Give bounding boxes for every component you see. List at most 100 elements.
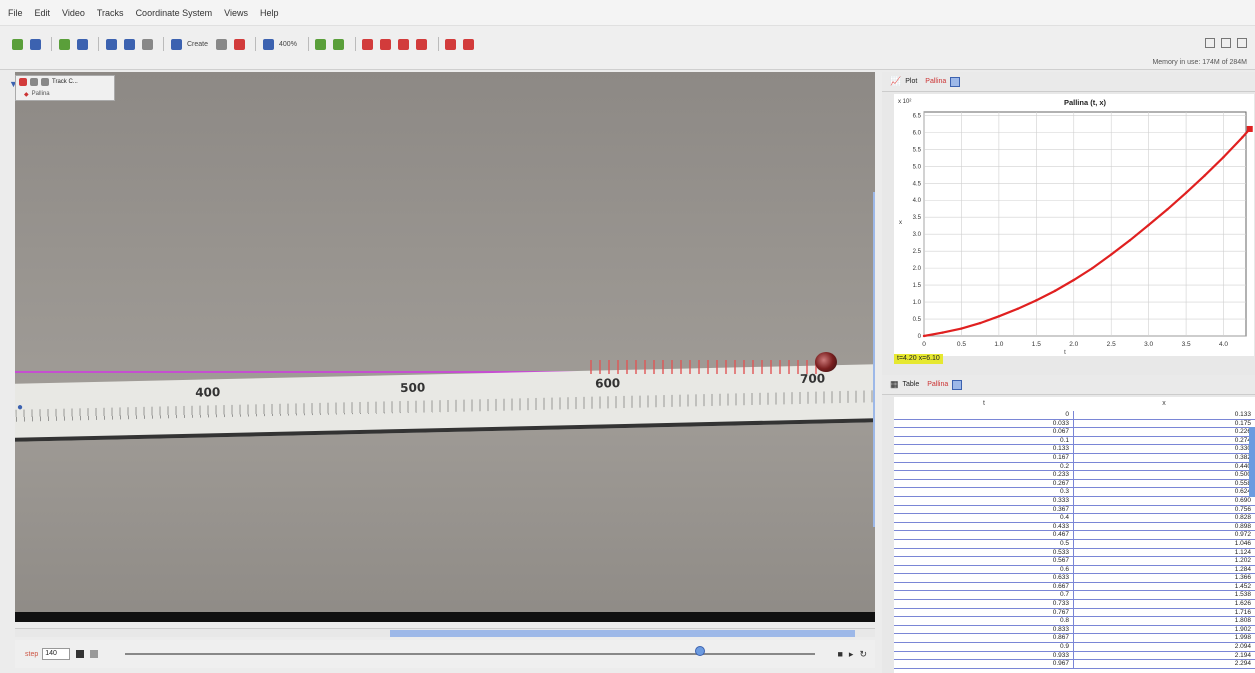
video-panel[interactable]: 400 500 600 700 ● xyxy=(15,72,875,622)
table-row[interactable]: 0.733 1.626 xyxy=(894,600,1255,609)
axes-icon[interactable] xyxy=(140,37,154,51)
current-point-marker[interactable] xyxy=(1246,125,1253,132)
cell-t[interactable]: 0.8 xyxy=(894,617,1074,625)
close-icon[interactable] xyxy=(19,78,27,86)
table-tab[interactable]: Table xyxy=(903,381,920,388)
table-row[interactable]: 0.1 0.274 xyxy=(894,436,1255,446)
zoom-level[interactable]: 400% xyxy=(279,41,297,48)
column-t[interactable]: t xyxy=(894,397,1074,411)
data-point[interactable] xyxy=(997,315,1001,318)
cell-x[interactable]: 1.626 xyxy=(1074,600,1255,608)
cell-t[interactable]: 0.6 xyxy=(894,565,1074,574)
cell-t[interactable]: 0.467 xyxy=(894,531,1074,539)
cell-x[interactable]: 0.898 xyxy=(1074,523,1255,531)
menu-edit[interactable]: Edit xyxy=(35,8,51,18)
cell-x[interactable]: 0.828 xyxy=(1074,514,1255,522)
data-point[interactable] xyxy=(1053,289,1057,293)
data-point[interactable] xyxy=(1166,208,1169,211)
column-x[interactable]: x xyxy=(1074,397,1254,411)
track-tool-icon[interactable] xyxy=(214,37,228,51)
table-row[interactable]: 0 0.133 xyxy=(894,411,1255,420)
table-row[interactable]: 0.633 1.366 xyxy=(894,574,1255,583)
cell-x[interactable]: 0.558 xyxy=(1074,480,1255,488)
scrollbar-thumb[interactable] xyxy=(390,630,855,637)
menu-help[interactable]: Help xyxy=(260,8,279,18)
table-row[interactable]: 0.667 1.452 xyxy=(894,582,1255,592)
data-point[interactable] xyxy=(1128,239,1132,242)
cell-t[interactable]: 0.533 xyxy=(894,548,1074,557)
cell-t[interactable]: 0.433 xyxy=(894,522,1074,531)
track-control-item[interactable]: ◆ Pallina xyxy=(16,88,114,100)
plot-area[interactable]: 0 0.5 1.0 1.5 2.0 2.5 3.0 3.5 4.0 0 0.5 1.0 1.5 2.0 2.… xyxy=(894,94,1254,356)
cell-x[interactable]: 0.330 xyxy=(1074,445,1255,453)
label-icon[interactable] xyxy=(332,37,346,51)
data-point[interactable] xyxy=(960,327,963,330)
save-icon[interactable] xyxy=(28,37,42,51)
cell-t[interactable]: 0.133 xyxy=(894,445,1074,453)
table-row[interactable]: 0.267 0.558 xyxy=(894,479,1255,489)
cell-x[interactable]: 0.440 xyxy=(1074,463,1255,471)
table-row[interactable]: 0.833 1.902 xyxy=(894,625,1255,635)
cell-x[interactable]: 0.274 xyxy=(1074,437,1255,445)
export-icon[interactable] xyxy=(75,37,89,51)
plot-mass-selector[interactable]: Pallina xyxy=(925,78,946,85)
data-point[interactable] xyxy=(1147,223,1150,227)
origin-marker-icon[interactable]: ● xyxy=(17,402,23,413)
cell-t[interactable]: 0.367 xyxy=(894,505,1074,514)
acceleration-icon[interactable] xyxy=(397,37,411,51)
table-mass-selector[interactable]: Pallina xyxy=(927,381,948,388)
table-row[interactable]: 0.967 2.294 xyxy=(894,660,1255,669)
cell-t[interactable]: 0.1 xyxy=(894,436,1074,445)
minimize-icon[interactable] xyxy=(30,78,38,86)
cell-t[interactable]: 0.767 xyxy=(894,608,1074,617)
cell-t[interactable]: 0.4 xyxy=(894,514,1074,522)
sum-vector-icon[interactable] xyxy=(444,37,458,51)
cell-x[interactable]: 0.226 xyxy=(1074,428,1255,436)
table-row[interactable]: 0.2 0.440 xyxy=(894,462,1255,472)
marker-icon[interactable] xyxy=(232,37,246,51)
cell-x[interactable]: 1.808 xyxy=(1074,617,1255,625)
cell-x[interactable]: 1.124 xyxy=(1074,549,1255,557)
data-table[interactable]: t x 0 0.133 0.033 0.175 0.067 0.226 0.1 0.274 0.… xyxy=(894,397,1255,673)
cell-t[interactable]: 0.667 xyxy=(894,582,1074,591)
data-point[interactable] xyxy=(1222,155,1225,159)
menu-coordinate-system[interactable]: Coordinate System xyxy=(136,8,213,18)
table-row[interactable]: 0.067 0.226 xyxy=(894,428,1255,437)
cell-x[interactable]: 0.175 xyxy=(1074,420,1255,428)
cell-x[interactable]: 1.284 xyxy=(1074,566,1255,574)
table-row[interactable]: 0.567 1.202 xyxy=(894,557,1255,566)
step-forward-icon[interactable]: ▸ xyxy=(849,649,854,660)
table-row[interactable]: 0.3 0.624 xyxy=(894,488,1255,497)
table-row[interactable]: 0.333 0.690 xyxy=(894,496,1255,506)
step-back-icon[interactable]: ■ xyxy=(837,649,842,660)
cell-x[interactable]: 1.452 xyxy=(1074,583,1255,591)
cell-t[interactable]: 0.5 xyxy=(894,539,1074,548)
cell-x[interactable]: 0.756 xyxy=(1074,506,1255,514)
import-icon[interactable] xyxy=(57,37,71,51)
path-icon[interactable] xyxy=(361,37,375,51)
table-row[interactable]: 0.4 0.828 xyxy=(894,514,1255,523)
cell-t[interactable]: 0.333 xyxy=(894,496,1074,505)
data-point[interactable] xyxy=(1184,191,1188,194)
cell-t[interactable]: 0.2 xyxy=(894,462,1074,471)
cell-x[interactable]: 2.094 xyxy=(1074,643,1255,651)
table-row[interactable]: 0.9 2.094 xyxy=(894,643,1255,652)
cell-t[interactable]: 0.933 xyxy=(894,651,1074,660)
menu-tracks[interactable]: Tracks xyxy=(97,8,124,18)
layout-icon[interactable] xyxy=(1205,38,1215,48)
zoom-icon[interactable] xyxy=(261,37,275,51)
table-row[interactable]: 0.233 0.500 xyxy=(894,471,1255,480)
cell-t[interactable]: 0.567 xyxy=(894,557,1074,565)
cell-t[interactable]: 0.267 xyxy=(894,479,1074,488)
video-scrollbar[interactable] xyxy=(873,192,875,527)
plot-settings-icon[interactable] xyxy=(950,76,961,87)
table-row[interactable]: 0.6 1.284 xyxy=(894,565,1255,575)
cell-x[interactable]: 1.902 xyxy=(1074,626,1255,634)
cell-x[interactable]: 0.972 xyxy=(1074,531,1255,539)
track-control-panel[interactable]: Track C... ◆ Pallina xyxy=(15,75,115,101)
data-point[interactable] xyxy=(1016,307,1019,311)
data-point[interactable] xyxy=(1203,174,1207,177)
vector-icon[interactable] xyxy=(415,37,429,51)
trail-icon[interactable] xyxy=(314,37,328,51)
cell-x[interactable]: 2.194 xyxy=(1074,652,1255,660)
